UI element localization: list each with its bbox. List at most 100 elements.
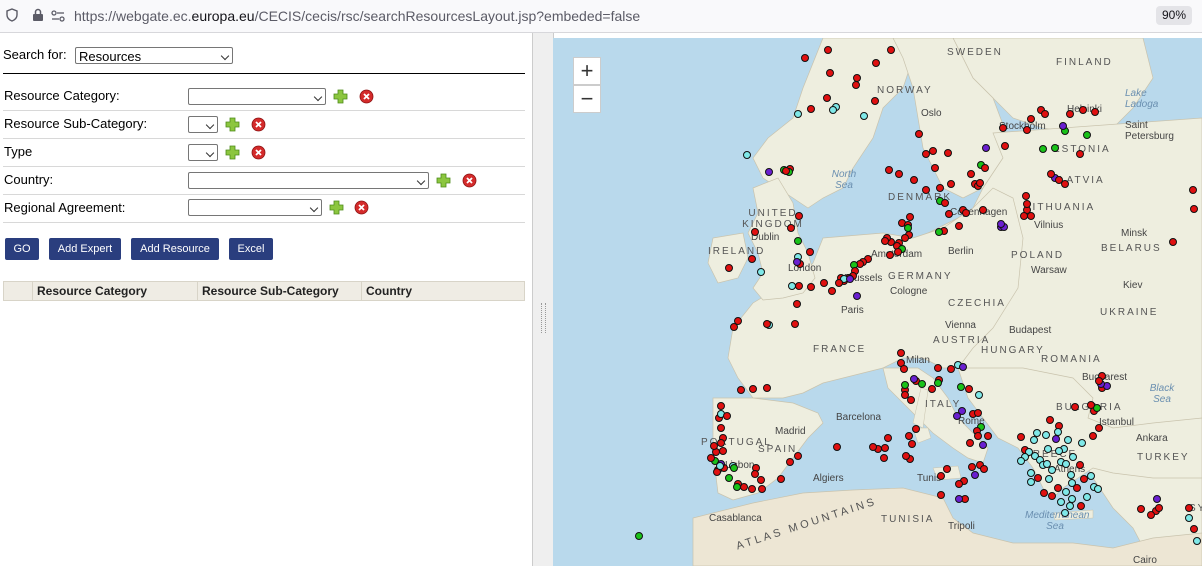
map-marker[interactable] <box>795 282 803 290</box>
map-marker[interactable] <box>902 452 910 460</box>
map-marker[interactable] <box>807 105 815 113</box>
map-marker[interactable] <box>1087 401 1095 409</box>
map-marker[interactable] <box>1066 502 1074 510</box>
map-marker[interactable] <box>1189 186 1197 194</box>
map-marker[interactable] <box>1001 142 1009 150</box>
map-marker[interactable] <box>716 462 724 470</box>
map-marker[interactable] <box>757 268 765 276</box>
map-marker[interactable] <box>765 168 773 176</box>
map-marker[interactable] <box>1023 126 1031 134</box>
map-marker[interactable] <box>751 470 759 478</box>
map-marker[interactable] <box>1067 471 1075 479</box>
map-marker[interactable] <box>906 213 914 221</box>
map-marker[interactable] <box>1061 180 1069 188</box>
map-marker[interactable] <box>719 447 727 455</box>
add-icon[interactable] <box>225 117 240 132</box>
map-marker[interactable] <box>901 381 909 389</box>
map-marker[interactable] <box>1087 472 1095 480</box>
map-marker[interactable] <box>1042 431 1050 439</box>
map-marker[interactable] <box>1047 170 1055 178</box>
map-marker[interactable] <box>922 186 930 194</box>
map-marker[interactable] <box>997 220 1005 228</box>
map-marker[interactable] <box>947 180 955 188</box>
map-marker[interactable] <box>794 110 802 118</box>
map-marker[interactable] <box>794 237 802 245</box>
add-icon[interactable] <box>333 89 348 104</box>
map-marker[interactable] <box>707 454 715 462</box>
map-marker[interactable] <box>853 292 861 300</box>
remove-icon[interactable] <box>251 117 266 132</box>
column-header-resource-sub-category[interactable]: Resource Sub-Category <box>197 282 361 300</box>
map-marker[interactable] <box>1043 460 1051 468</box>
map-marker[interactable] <box>828 287 836 295</box>
map-marker[interactable] <box>1089 432 1097 440</box>
map-marker[interactable] <box>1027 469 1035 477</box>
map-marker[interactable] <box>904 224 912 232</box>
permissions-icon[interactable] <box>51 9 65 23</box>
map-marker[interactable] <box>943 465 951 473</box>
map-marker[interactable] <box>725 264 733 272</box>
pane-splitter[interactable] <box>532 33 554 566</box>
map-marker[interactable] <box>1062 488 1070 496</box>
map-marker[interactable] <box>786 458 794 466</box>
map-marker[interactable] <box>1069 453 1077 461</box>
map-marker[interactable] <box>1022 192 1030 200</box>
map-marker[interactable] <box>1045 475 1053 483</box>
map-marker[interactable] <box>915 130 923 138</box>
map-marker[interactable] <box>1040 489 1048 497</box>
map-marker[interactable] <box>1155 504 1163 512</box>
map-marker[interactable] <box>1048 492 1056 500</box>
map-marker[interactable] <box>826 69 834 77</box>
map-marker[interactable] <box>1193 537 1201 545</box>
map-marker[interactable] <box>787 224 795 232</box>
map-marker[interactable] <box>937 472 945 480</box>
map-marker[interactable] <box>853 74 861 82</box>
map-marker[interactable] <box>788 282 796 290</box>
map-marker[interactable] <box>791 320 799 328</box>
map-marker[interactable] <box>975 391 983 399</box>
map-marker[interactable] <box>1190 525 1198 533</box>
map-marker[interactable] <box>1020 212 1028 220</box>
remove-icon[interactable] <box>354 200 369 215</box>
map-marker[interactable] <box>953 412 961 420</box>
map-marker[interactable] <box>1054 428 1062 436</box>
map-marker[interactable] <box>1094 485 1102 493</box>
map-marker[interactable] <box>981 164 989 172</box>
map-marker[interactable] <box>984 432 992 440</box>
map-marker[interactable] <box>957 383 965 391</box>
map-marker[interactable] <box>999 124 1007 132</box>
map-marker[interactable] <box>944 149 952 157</box>
map-marker[interactable] <box>905 432 913 440</box>
map-marker[interactable] <box>901 234 909 242</box>
map-marker[interactable] <box>1048 466 1056 474</box>
map-marker[interactable] <box>1076 461 1084 469</box>
lock-icon[interactable] <box>32 8 44 22</box>
map-marker[interactable] <box>910 375 918 383</box>
map-marker[interactable] <box>1169 238 1177 246</box>
map-marker[interactable] <box>1039 145 1047 153</box>
resource-map[interactable]: SWEDEN FINLAND NORWAY Oslo Helsinki Sain… <box>553 38 1202 566</box>
map-marker[interactable] <box>971 471 979 479</box>
map-marker[interactable] <box>1017 433 1025 441</box>
map-marker[interactable] <box>955 495 963 503</box>
map-marker[interactable] <box>829 106 837 114</box>
country-select[interactable] <box>188 172 429 189</box>
map-marker[interactable] <box>757 476 765 484</box>
map-marker[interactable] <box>1052 435 1060 443</box>
map-marker[interactable] <box>982 144 990 152</box>
map-marker[interactable] <box>1095 424 1103 432</box>
map-marker[interactable] <box>979 441 987 449</box>
column-header-country[interactable]: Country <box>361 282 524 300</box>
map-marker[interactable] <box>884 434 892 442</box>
add-icon[interactable] <box>329 200 344 215</box>
map-marker[interactable] <box>1059 122 1067 130</box>
zoom-in-button[interactable]: + <box>573 57 601 85</box>
add-icon[interactable] <box>225 145 240 160</box>
map-marker[interactable] <box>1033 429 1041 437</box>
map-marker[interactable] <box>929 147 937 155</box>
map-marker[interactable] <box>941 199 949 207</box>
go-button[interactable]: GO <box>5 238 39 260</box>
regional-agreement-select[interactable] <box>188 199 322 216</box>
map-marker[interactable] <box>1062 460 1070 468</box>
map-marker[interactable] <box>907 396 915 404</box>
